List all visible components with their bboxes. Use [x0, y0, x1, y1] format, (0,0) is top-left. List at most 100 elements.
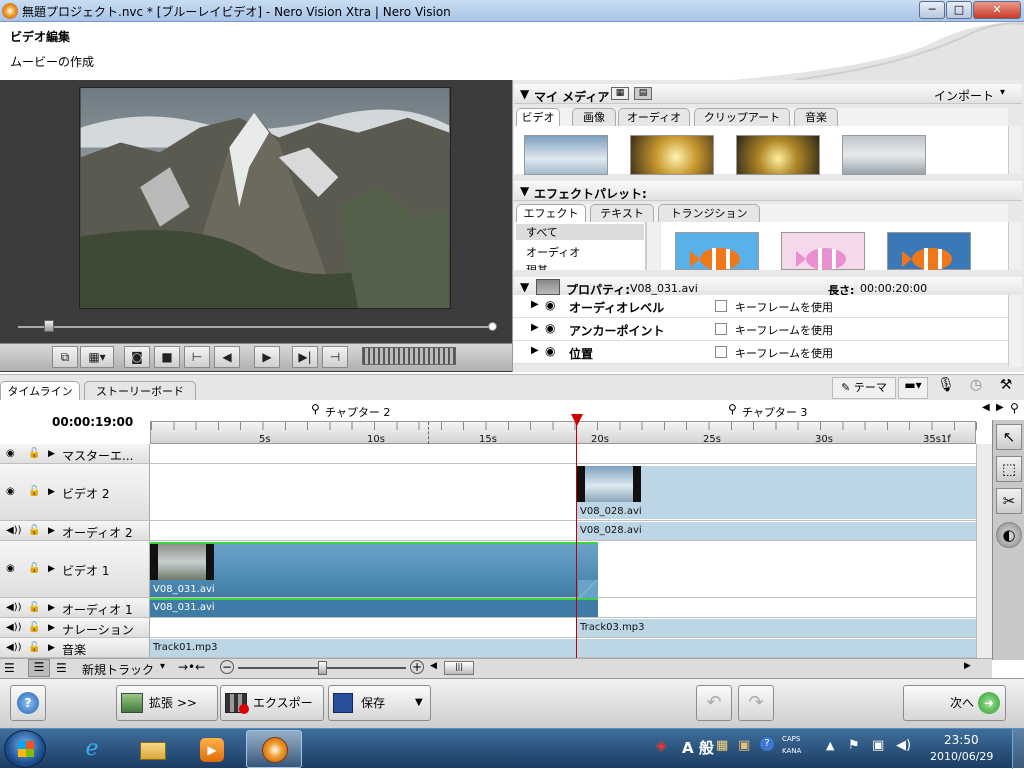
media-scrollbar[interactable] — [1008, 126, 1022, 174]
expand-arrow-icon[interactable]: ▶ — [48, 526, 55, 536]
tab-text[interactable]: テキスト — [590, 204, 654, 222]
clock-date[interactable]: 2010/06/29 — [930, 750, 993, 763]
collapse-icon[interactable]: ▼ — [520, 280, 529, 294]
view-details-icon[interactable]: ▤ — [634, 87, 652, 100]
import-dropdown-icon[interactable]: ▾ — [1000, 87, 1005, 98]
zoom-in-icon[interactable]: + — [410, 660, 424, 674]
tab-video[interactable]: ビデオ — [516, 108, 560, 126]
expand-arrow-icon[interactable]: ▶ — [48, 487, 55, 497]
lock-icon[interactable]: 🔓 — [28, 602, 40, 613]
help-button[interactable]: ? — [10, 685, 46, 721]
media-player-icon[interactable]: ▶ — [190, 732, 234, 766]
media-thumbnail[interactable] — [630, 135, 714, 175]
properties-scrollbar[interactable] — [1008, 295, 1022, 367]
tab-effects[interactable]: エフェクト — [516, 204, 586, 222]
audio-clip[interactable]: Track03.mp3 — [577, 619, 976, 637]
visibility-icon[interactable]: ◉ — [6, 563, 15, 574]
chapter-marker-icon[interactable]: ⚲ — [728, 402, 737, 416]
expand-arrow-icon[interactable]: ▶ — [48, 564, 55, 574]
effects-scrollbar[interactable] — [1008, 222, 1022, 270]
expand-arrow-icon[interactable]: ▶ — [531, 299, 539, 310]
effect-thumbnail[interactable] — [781, 232, 865, 270]
visibility-icon[interactable]: ◉ — [6, 448, 15, 459]
view-list-icon[interactable]: ▦ — [611, 87, 629, 100]
fit-timeline-icon[interactable]: →•← — [178, 660, 205, 674]
lock-icon[interactable]: 🔓 — [28, 642, 40, 653]
effect-thumbnail[interactable] — [675, 232, 759, 270]
next-frame-icon[interactable]: ▶| — [292, 346, 318, 368]
timer-icon[interactable]: ◷ — [964, 377, 988, 399]
pointer-tool-icon[interactable]: ↖ — [996, 424, 1022, 450]
jog-shuttle-control[interactable] — [362, 347, 456, 365]
microphone-icon[interactable]: 🎙 — [934, 377, 958, 399]
expand-arrow-icon[interactable]: ▶ — [48, 623, 55, 633]
preview-scrubber-handle[interactable] — [44, 320, 54, 332]
lock-icon[interactable]: 🔓 — [28, 448, 40, 459]
maximize-button[interactable]: □ — [946, 1, 972, 19]
start-button[interactable] — [4, 730, 46, 768]
lock-icon[interactable]: 🔓 — [28, 563, 40, 574]
visibility-icon[interactable]: ◉ — [6, 486, 15, 497]
scroll-right-icon[interactable]: ▶ — [996, 402, 1004, 413]
tab-audio[interactable]: オーディオ — [618, 108, 690, 126]
tab-image[interactable]: 画像 — [572, 108, 616, 126]
speaker-icon[interactable]: ◀)) — [6, 622, 22, 633]
keyframe-icon[interactable]: ◉ — [545, 321, 555, 335]
media-thumbnail[interactable] — [736, 135, 820, 175]
expand-arrow-icon[interactable]: ▶ — [48, 449, 55, 459]
zoom-out-icon[interactable]: − — [220, 660, 234, 674]
transition-marker[interactable] — [578, 580, 598, 598]
expand-arrow-icon[interactable]: ▶ — [48, 643, 55, 653]
scroll-right-icon[interactable]: ▶ — [964, 661, 971, 671]
aspect-ratio-icon[interactable]: ▦▾ — [80, 346, 114, 368]
nero-vision-taskbar-button[interactable] — [246, 730, 302, 768]
keyframe-checkbox[interactable] — [715, 323, 727, 335]
selection-tool-icon[interactable]: ⬚ — [996, 456, 1022, 482]
category-item[interactable]: 現基 — [516, 262, 548, 270]
keyframe-checkbox[interactable] — [715, 346, 727, 358]
ime-mode-indicator[interactable]: A 般 — [682, 737, 714, 758]
category-item[interactable]: すべて — [516, 224, 644, 240]
video-preview[interactable] — [79, 87, 451, 309]
mark-out-icon[interactable]: ⊣ — [322, 346, 348, 368]
playhead-handle[interactable] — [571, 414, 583, 426]
next-button[interactable]: 次へ ➜ — [903, 685, 1006, 721]
tool-dial-icon[interactable]: ◐ — [996, 522, 1022, 548]
scissors-icon[interactable]: ✂ — [996, 488, 1022, 514]
tray-notification-icon[interactable]: ◈ — [656, 738, 667, 754]
media-thumbnail[interactable] — [524, 135, 608, 175]
stop-icon[interactable]: ■ — [154, 346, 180, 368]
explorer-folder-icon[interactable] — [130, 732, 174, 766]
film-menu-icon[interactable]: ▬▾ — [898, 377, 928, 399]
tools-icon[interactable]: ⚒ — [994, 377, 1018, 399]
internet-explorer-icon[interactable]: ℯ — [70, 732, 114, 766]
save-dropdown-icon[interactable]: ▼ — [415, 686, 423, 720]
redo-button[interactable]: ↷ — [738, 685, 774, 721]
new-track-button[interactable]: 新規トラック — [82, 661, 154, 678]
scroll-left-icon[interactable]: ◀ — [982, 402, 990, 413]
app-icon[interactable] — [2, 3, 18, 19]
clock-time[interactable]: 23:50 — [944, 733, 979, 747]
video-clip[interactable]: V08_028.avi — [577, 466, 976, 519]
keyframe-icon[interactable]: ◉ — [545, 298, 555, 312]
undo-button[interactable]: ↶ — [696, 685, 732, 721]
speaker-icon[interactable]: ◀)) — [6, 525, 22, 536]
large-tracks-icon[interactable]: ☰ — [56, 661, 67, 675]
tab-clipart[interactable]: クリップアート — [694, 108, 790, 126]
keyframe-checkbox[interactable] — [715, 300, 727, 312]
zoom-slider-handle[interactable] — [318, 661, 327, 675]
export-button[interactable]: エクスポート — [220, 685, 324, 744]
scroll-left-icon[interactable]: ◀ — [430, 661, 437, 671]
preview-scrubber-track[interactable] — [18, 326, 494, 328]
playhead-line[interactable] — [576, 414, 577, 658]
ime-help-icon[interactable]: ? — [760, 737, 774, 751]
expand-button[interactable]: 拡張 >> — [116, 685, 218, 721]
network-icon[interactable]: ▣ — [872, 738, 884, 753]
category-item[interactable]: オーディオ — [516, 244, 580, 260]
lock-icon[interactable]: 🔓 — [28, 486, 40, 497]
keyframe-icon[interactable]: ◉ — [545, 344, 555, 358]
video-clip[interactable]: V08_031.avi — [150, 542, 598, 598]
action-center-flag-icon[interactable]: ⚑ — [848, 738, 860, 753]
theme-button[interactable]: ✎ テーマ — [832, 377, 896, 399]
lock-icon[interactable]: 🔓 — [28, 622, 40, 633]
